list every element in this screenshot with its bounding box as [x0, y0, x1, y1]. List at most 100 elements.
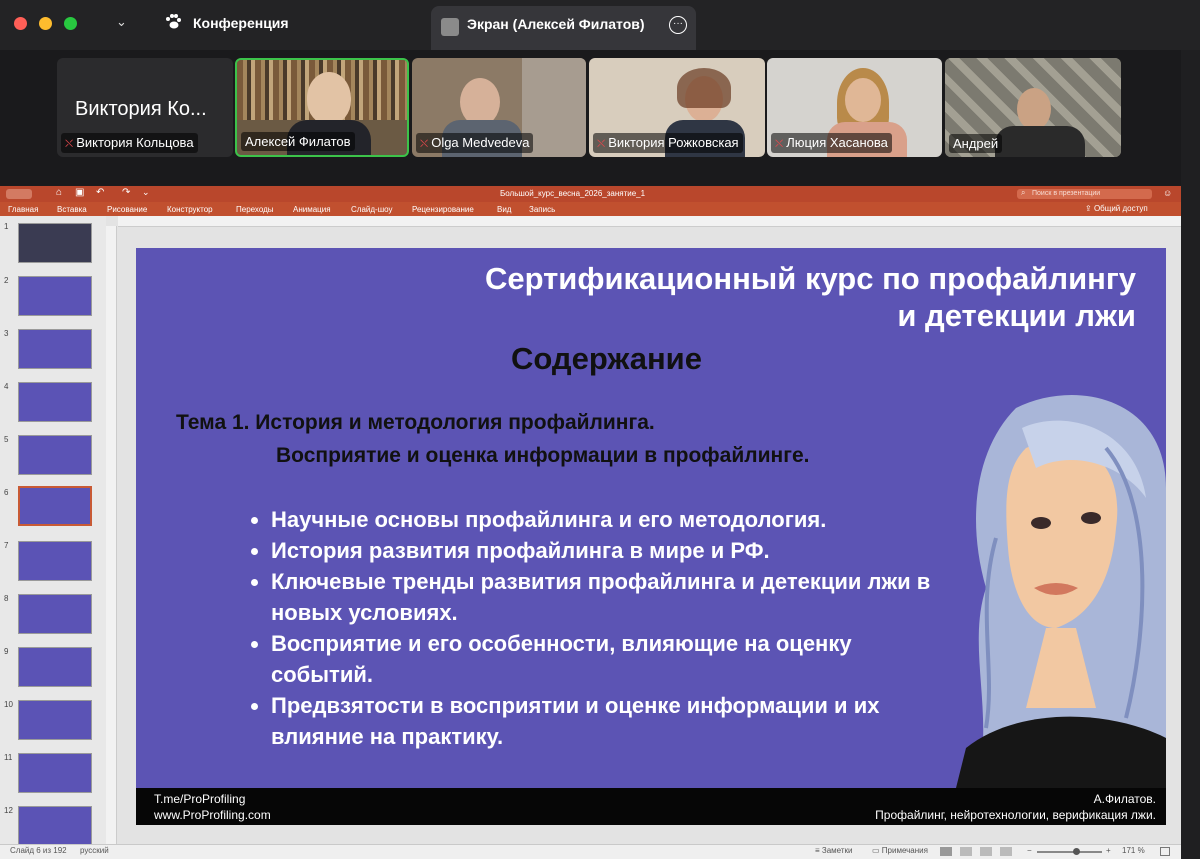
- share-icon: ⇪: [1085, 204, 1094, 213]
- language-indicator[interactable]: русский: [80, 846, 109, 855]
- thumb-number: 8: [4, 594, 9, 603]
- account-icon[interactable]: ☺: [1163, 188, 1172, 198]
- sorter-view-icon[interactable]: [960, 847, 972, 856]
- current-slide[interactable]: Сертификационный курс по профайлингу и д…: [136, 248, 1166, 825]
- list-item: Научные основы профайлинга и его методол…: [271, 504, 951, 535]
- comments-icon: ▭: [872, 846, 882, 855]
- participant-name-label: ⛌ Виктория Кольцова: [61, 133, 198, 153]
- document-title: Большой_курс_весна_2026_занятие_1: [500, 189, 646, 198]
- ppt-title-bar: ⌂ ▣ ↶ ↷ ⌄ Большой_курс_весна_2026_заняти…: [0, 186, 1181, 202]
- participant-name-label: Андрей: [949, 134, 1003, 153]
- notes-button[interactable]: ≡ Заметки: [815, 846, 853, 855]
- conference-label[interactable]: Конференция: [193, 15, 289, 31]
- participant-tile[interactable]: ⛌ Виктория Рожковская: [589, 58, 765, 157]
- participant-face: [307, 72, 351, 124]
- tab-view[interactable]: Вид: [497, 205, 511, 214]
- list-item: Восприятие и его особенности, влияющие н…: [271, 628, 951, 690]
- slide-thumbnail[interactable]: [18, 647, 92, 687]
- fit-to-window-icon[interactable]: [1160, 847, 1170, 856]
- slide-title[interactable]: Сертификационный курс по профайлингу и д…: [236, 260, 1136, 334]
- comments-button[interactable]: ▭ Примечания: [872, 846, 928, 855]
- participant-face: [845, 78, 881, 122]
- participant-name-label: Алексей Филатов: [241, 132, 355, 151]
- thumb-number: 9: [4, 647, 9, 656]
- home-icon[interactable]: ⌂: [56, 187, 62, 198]
- thumb-number: 10: [4, 700, 13, 709]
- minimize-window-button[interactable]: [39, 17, 52, 30]
- reading-view-icon[interactable]: [980, 847, 992, 856]
- slide-thumbnail[interactable]: [18, 276, 92, 316]
- participant-tile[interactable]: Виктория Ко... ⛌ Виктория Кольцова: [57, 58, 233, 157]
- slide-thumbnail[interactable]: [18, 223, 92, 263]
- search-input[interactable]: Поиск в презентации: [1017, 189, 1152, 199]
- normal-view-icon[interactable]: [940, 847, 952, 856]
- thumb-number: 7: [4, 541, 9, 550]
- topic-subline[interactable]: Восприятие и оценка информации в профайл…: [276, 444, 809, 468]
- zoom-out-icon[interactable]: −: [1027, 846, 1032, 855]
- chevron-down-icon[interactable]: ⌄: [116, 14, 127, 30]
- tab-insert[interactable]: Вставка: [57, 205, 87, 214]
- slideshow-view-icon[interactable]: [1000, 847, 1012, 856]
- tab-transitions[interactable]: Переходы: [236, 205, 274, 214]
- slide-heading[interactable]: Содержание: [511, 341, 702, 377]
- slide-thumbnail[interactable]: [18, 382, 92, 422]
- slide-thumbnail[interactable]: [18, 435, 92, 475]
- redo-icon[interactable]: ↷: [122, 187, 130, 198]
- muted-mic-icon: ⛌: [597, 138, 606, 150]
- slide-thumbnail[interactable]: [18, 753, 92, 793]
- participant-tile[interactable]: Андрей: [945, 58, 1121, 157]
- customize-toolbar-icon[interactable]: ⌄: [142, 187, 150, 198]
- thumb-number: 11: [4, 753, 13, 762]
- muted-mic-icon: ⛌: [65, 138, 74, 150]
- muted-mic-icon: ⛌: [420, 138, 429, 150]
- zoom-level[interactable]: 171 %: [1122, 846, 1145, 855]
- participant-tile[interactable]: ⛌ Люция Хасанова: [767, 58, 942, 157]
- tab-animations[interactable]: Анимация: [293, 205, 331, 214]
- telegram-link[interactable]: T.me/ProProfiling: [154, 792, 245, 806]
- slide-position: Слайд 6 из 192: [10, 846, 67, 855]
- author-name: А.Филатов.: [1093, 792, 1156, 806]
- tab-record[interactable]: Запись: [529, 205, 555, 214]
- side-panel-edge: [1181, 50, 1200, 859]
- tab-draw[interactable]: Рисование: [107, 205, 147, 214]
- author-tagline: Профайлинг, нейротехнологии, верификация…: [875, 808, 1156, 822]
- tab-home[interactable]: Главная: [8, 205, 38, 214]
- slide-thumbnails-panel[interactable]: 1 2 3 4 5 6 7 8 9 10 11 12: [0, 216, 106, 844]
- topic-line[interactable]: Тема 1. История и методология профайлинг…: [176, 411, 655, 435]
- close-window-button[interactable]: [14, 17, 27, 30]
- woman-illustration[interactable]: [956, 388, 1166, 788]
- zoom-slider-handle[interactable]: [1073, 848, 1080, 855]
- tab-design[interactable]: Конструктор: [167, 205, 213, 214]
- thumb-number: 12: [4, 806, 13, 815]
- slide-thumbnail-selected[interactable]: [18, 486, 92, 526]
- participant-body: [995, 126, 1085, 157]
- zoom-in-icon[interactable]: +: [1106, 846, 1111, 855]
- participant-face: [1017, 88, 1051, 130]
- vertical-ruler: [106, 226, 117, 844]
- tab-screen-share[interactable]: Экран (Алексей Филатов) ···: [431, 6, 696, 50]
- maximize-window-button[interactable]: [64, 17, 77, 30]
- zoom-slider[interactable]: [1037, 851, 1102, 853]
- slide-thumbnail[interactable]: [18, 806, 92, 844]
- thumb-number: 2: [4, 276, 9, 285]
- thumb-number: 3: [4, 329, 9, 338]
- share-button[interactable]: ⇪ Общий доступ: [1085, 204, 1148, 213]
- sidebar-toggle-icon[interactable]: [6, 189, 32, 199]
- tab-review[interactable]: Рецензирование: [412, 205, 474, 214]
- slide-thumbnail[interactable]: [18, 594, 92, 634]
- slide-thumbnail[interactable]: [18, 329, 92, 369]
- save-icon[interactable]: ▣: [75, 187, 84, 198]
- tab-slideshow[interactable]: Слайд-шоу: [351, 205, 392, 214]
- slide-thumbnail[interactable]: [18, 541, 92, 581]
- title-bar: ⌄ Конференция Экран (Алексей Филатов) ··…: [0, 0, 1200, 50]
- undo-icon[interactable]: ↶: [96, 187, 104, 198]
- website-link[interactable]: www.ProProfiling.com: [154, 808, 271, 822]
- more-options-icon[interactable]: ···: [669, 16, 687, 34]
- notes-icon: ≡: [815, 846, 822, 855]
- thumb-number: 6: [4, 488, 9, 497]
- list-item: История развития профайлинга в мире и РФ…: [271, 535, 951, 566]
- bullet-list[interactable]: Научные основы профайлинга и его методол…: [236, 504, 951, 752]
- participant-tile-active-speaker[interactable]: Алексей Филатов: [235, 58, 409, 157]
- participant-tile[interactable]: ⛌ Olga Medvedeva: [412, 58, 586, 157]
- slide-thumbnail[interactable]: [18, 700, 92, 740]
